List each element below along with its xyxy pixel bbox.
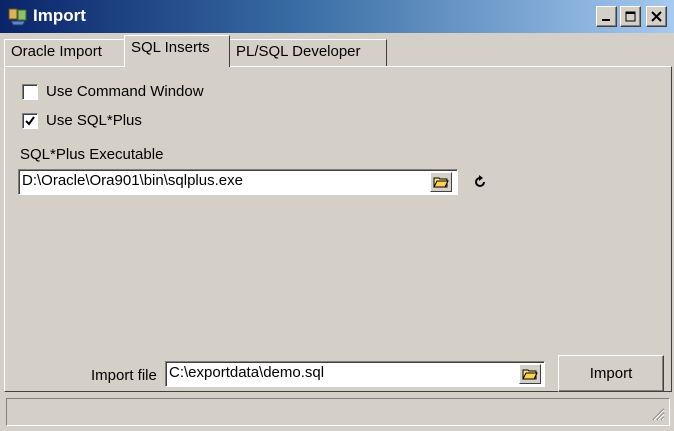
tab-oracle-import[interactable]: Oracle Import [4,39,125,66]
use-sqlplus-option[interactable]: Use SQL*Plus [22,112,142,129]
import-button[interactable]: Import [558,355,664,392]
import-file-value: C:\exportdata\demo.sql [169,364,325,381]
title-bar[interactable]: Import [0,0,674,33]
import-button-label: Import [589,365,633,382]
tab-sql-inserts[interactable]: SQL Inserts [124,35,230,67]
import-file-field[interactable]: C:\exportdata\demo.sql [165,361,545,387]
folder-open-icon [522,369,538,380]
import-file-browse-button[interactable] [519,364,541,384]
resize-grip-icon[interactable] [651,407,665,421]
refresh-icon [475,175,485,187]
tab-label: Oracle Import [11,43,102,60]
window-title: Import [33,6,86,25]
use-sqlplus-checkbox[interactable] [22,112,38,129]
import-window: Import Oracle Import SQL Inserts PL/SQL … [0,0,674,431]
folder-open-icon [433,177,449,188]
checkmark-icon [25,115,35,126]
minimize-button[interactable] [596,6,617,27]
use-command-window-checkbox[interactable] [22,83,38,100]
status-bar [6,398,670,426]
tab-plsql-developer[interactable]: PL/SQL Developer [229,39,387,66]
sqlplus-browse-button[interactable] [430,172,452,192]
sqlplus-refresh-button[interactable] [470,172,490,192]
sqlplus-executable-value: D:\Oracle\Ora901\bin\sqlplus.exe [22,172,243,189]
import-file-label: Import file [91,367,157,384]
minimize-icon [602,19,610,21]
use-sqlplus-label: Use SQL*Plus [46,112,142,129]
sqlplus-executable-field[interactable]: D:\Oracle\Ora901\bin\sqlplus.exe [18,169,458,195]
use-command-window-label: Use Command Window [46,83,204,100]
tab-label: SQL Inserts [131,39,210,56]
import-app-icon [8,8,27,26]
use-command-window-option[interactable]: Use Command Window [22,83,204,100]
close-icon [651,11,662,22]
maximize-button[interactable] [620,6,641,27]
sqlplus-executable-label: SQL*Plus Executable [20,146,164,163]
close-button[interactable] [646,6,667,27]
tab-label: PL/SQL Developer [236,43,361,60]
maximize-icon [625,11,636,22]
